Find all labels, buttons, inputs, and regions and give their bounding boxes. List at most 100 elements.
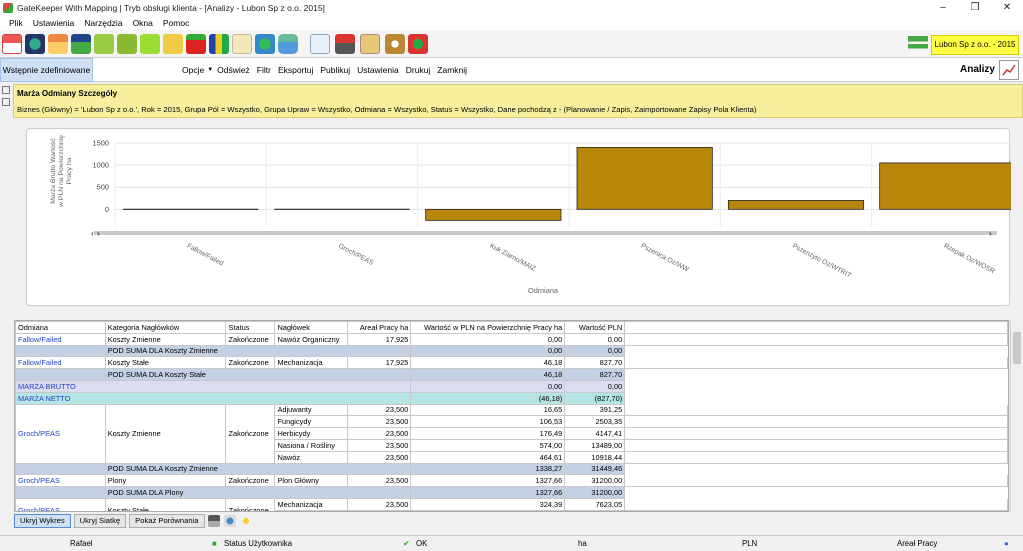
- heading-cell: Nasiona / Rośliny: [274, 438, 349, 452]
- records-icon[interactable]: [140, 34, 160, 54]
- chart-panel: 1500 1000 500 0 Fallow/Failed Groch/PEAS Kuk …: [26, 128, 1011, 306]
- preset-tab[interactable]: Wstępnie zdefiniowane: [0, 58, 93, 82]
- col-header[interactable]: Wartość PLN: [564, 321, 626, 334]
- sync-icon[interactable]: [25, 34, 45, 54]
- mail-icon[interactable]: [232, 34, 252, 54]
- subtotal-row[interactable]: POD SUMA DLA Plony 1327,66 31200,00: [15, 486, 1008, 499]
- minimize-button[interactable]: –: [927, 0, 959, 16]
- publish-button[interactable]: Publikuj: [320, 65, 350, 75]
- category-cell: Plony: [104, 474, 227, 488]
- subtotal-row[interactable]: POD SUMA DLA Koszty Zmienne 0,00 0,00: [15, 344, 1008, 358]
- field-icon[interactable]: [71, 34, 91, 54]
- gross-margin-label: MARŻA BRUTTO: [15, 379, 412, 393]
- print-button[interactable]: Drukuj: [406, 65, 431, 75]
- value-per-ha-cell: 106,53: [410, 415, 566, 429]
- options-dropdown-icon[interactable]: ▼: [207, 67, 213, 73]
- status-area: Areał Pracy: [897, 539, 938, 548]
- col-header[interactable]: Status: [225, 321, 276, 334]
- close-button[interactable]: ✕: [991, 0, 1023, 16]
- x-tick-label: Pszenżyto Oz/WTRIT: [791, 243, 852, 280]
- notes-icon[interactable]: [117, 34, 137, 54]
- title-bar: GateKeeper With Mapping | Tryb obsługi k…: [0, 0, 1023, 16]
- settings-sun-icon[interactable]: [239, 515, 252, 527]
- net-margin-row[interactable]: MARŻA NETTO (46,18) (827,70): [15, 391, 1008, 405]
- panel-pin-icon[interactable]: [2, 86, 10, 94]
- hide-grid-button[interactable]: Ukryj Siatkę: [73, 514, 127, 528]
- scroll-left-icon[interactable]: ‹: [91, 229, 94, 238]
- col-header[interactable]: Nagłówek: [274, 321, 349, 334]
- subtotal-row[interactable]: POD SUMA DLA Koszty Zmienne 1338,27 3144…: [15, 462, 1008, 476]
- folder-icon[interactable]: [163, 34, 183, 54]
- home-icon[interactable]: [2, 34, 22, 54]
- refresh-icon[interactable]: [408, 34, 428, 54]
- refresh-button[interactable]: Odśwież: [217, 65, 250, 75]
- table-row[interactable]: Groch/PEAS Koszty Stałe Zakończone Mecha…: [15, 497, 1008, 511]
- grid-vertical-scrollbar[interactable]: [1010, 320, 1022, 512]
- hide-chart-button[interactable]: Ukryj Wykres: [14, 514, 71, 528]
- analysis-chart-icon[interactable]: [999, 60, 1019, 80]
- company-badge[interactable]: Lubon Sp z o.o. - 2015: [931, 35, 1019, 55]
- panel-restore-icon[interactable]: [2, 98, 10, 106]
- area-cell: 17,925: [347, 356, 412, 370]
- bar: [576, 147, 713, 210]
- scroll-right-icon[interactable]: ›: [989, 229, 992, 238]
- calculator-icon[interactable]: [360, 34, 380, 54]
- variety-link[interactable]: Groch/PEAS: [15, 403, 106, 464]
- area-cell: 23,500: [347, 415, 412, 429]
- col-header[interactable]: Kategoria Nagłówków: [104, 321, 227, 334]
- device-icon[interactable]: [278, 34, 298, 54]
- print-preview-icon[interactable]: [207, 515, 220, 527]
- area-cell: 23,500: [347, 450, 412, 464]
- menu-okna[interactable]: Okna: [133, 18, 153, 28]
- tractor-icon[interactable]: [186, 34, 206, 54]
- menu-narzedzia[interactable]: Narzędzia: [84, 18, 122, 28]
- variety-link[interactable]: Groch/PEAS: [15, 474, 106, 488]
- gross-margin-row[interactable]: MARŻA BRUTTO 0,00 0,00: [15, 379, 1008, 393]
- col-header[interactable]: Wartość w PLN na Powierzchnię Pracy ha: [410, 321, 566, 334]
- menu-ustawienia[interactable]: Ustawienia: [33, 18, 75, 28]
- table-row[interactable]: Fallow/Failed Koszty Zmienne Zakończone …: [15, 332, 1008, 346]
- menu-plik[interactable]: Plik: [9, 18, 23, 28]
- col-header[interactable]: Odmiana: [15, 321, 106, 334]
- crops-icon[interactable]: [209, 34, 229, 54]
- bar-chart: 1500 1000 500 0 Fallow/Failed Groch/PEAS Kuk …: [50, 135, 1011, 295]
- heading-cell: Herbicydy: [274, 427, 349, 440]
- map-icon[interactable]: [94, 34, 114, 54]
- category-cell: Koszty Zmienne: [104, 403, 227, 464]
- scroll-right-small-icon[interactable]: ›: [97, 229, 100, 238]
- value-cell: 4147,41: [564, 427, 626, 440]
- owl-icon[interactable]: [385, 34, 405, 54]
- status-unit: ha: [578, 539, 587, 548]
- category-cell: Koszty Stałe: [104, 356, 227, 370]
- variety-link[interactable]: Groch/PEAS: [15, 497, 106, 511]
- col-header[interactable]: Areał Pracy ha: [347, 321, 412, 334]
- settings-button[interactable]: Ustawienia: [357, 65, 399, 75]
- value-cell: 13489,00: [564, 438, 626, 452]
- help-icon[interactable]: ●: [1004, 539, 1009, 548]
- maximize-button[interactable]: ❐: [959, 0, 991, 16]
- export-icon[interactable]: [223, 515, 236, 527]
- org-chart-icon[interactable]: [908, 36, 928, 54]
- area-cell: 23,500: [347, 403, 412, 417]
- filter-button[interactable]: Filtr: [257, 65, 271, 75]
- table-row[interactable]: Groch/PEAS Plony Zakończone Plon Główny …: [15, 474, 1008, 488]
- options-menu[interactable]: Opcje: [182, 65, 204, 75]
- scroll-thumb[interactable]: [1013, 332, 1021, 364]
- variety-link[interactable]: Fallow/Failed: [15, 332, 106, 346]
- chart-icon[interactable]: [310, 34, 330, 54]
- close-report-button[interactable]: Zamknij: [437, 65, 467, 75]
- printer-icon[interactable]: [335, 34, 355, 54]
- table-row[interactable]: Groch/PEAS Koszty Zmienne Zakończone Adj…: [15, 403, 1008, 464]
- table-row[interactable]: Fallow/Failed Koszty Stałe Zakończone Me…: [15, 356, 1008, 370]
- x-tick-label: Rzepak Oz/WOSR: [942, 243, 995, 276]
- menu-pomoc[interactable]: Pomoc: [163, 18, 189, 28]
- subtotal-row[interactable]: POD SUMA DLA Koszty Stałe 46,18 827,70: [15, 368, 1008, 381]
- status-user-status: Status Użytkownika: [224, 539, 293, 548]
- export-button[interactable]: Eksportuj: [278, 65, 313, 75]
- check-icon: ✔: [403, 539, 410, 548]
- value-cell: 391,25: [564, 403, 626, 417]
- farm-icon[interactable]: [48, 34, 68, 54]
- globe-icon[interactable]: [255, 34, 275, 54]
- show-comparison-button[interactable]: Pokaż Porównania: [129, 514, 205, 528]
- variety-link[interactable]: Fallow/Failed: [15, 356, 106, 370]
